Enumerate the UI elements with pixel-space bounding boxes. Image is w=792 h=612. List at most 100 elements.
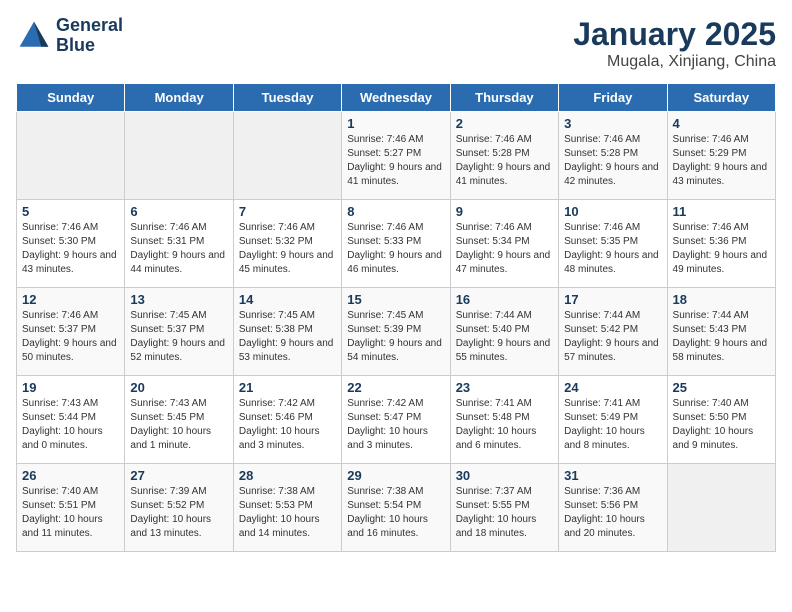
day-number: 31 — [564, 468, 661, 483]
day-number: 21 — [239, 380, 336, 395]
day-info: Sunrise: 7:46 AM Sunset: 5:37 PM Dayligh… — [22, 309, 119, 365]
day-info: Sunrise: 7:45 AM Sunset: 5:38 PM Dayligh… — [239, 309, 336, 365]
calendar-cell — [233, 112, 341, 200]
day-info: Sunrise: 7:46 AM Sunset: 5:30 PM Dayligh… — [22, 221, 119, 277]
calendar-cell: 9Sunrise: 7:46 AM Sunset: 5:34 PM Daylig… — [450, 200, 558, 288]
calendar-cell: 1 Sunrise: 7:46 AM Sunset: 5:27 PM Daylig… — [342, 112, 450, 200]
day-number: 2 — [456, 116, 553, 131]
day-info: Sunrise: 7:38 AM Sunset: 5:54 PM Dayligh… — [347, 485, 444, 541]
calendar-cell: 25 Sunrise: 7:40 AM Sunset: 5:50 PM Dayli… — [667, 376, 775, 464]
calendar-cell: 21 Sunrise: 7:42 AM Sunset: 5:46 PM Dayli… — [233, 376, 341, 464]
day-number: 4 — [673, 116, 770, 131]
day-info: Sunrise: 7:39 AM Sunset: 5:52 PM Dayligh… — [130, 485, 227, 541]
day-info: Sunrise: 7:40 AM Sunset: 5:51 PM Dayligh… — [22, 485, 119, 541]
day-number: 10 — [564, 204, 661, 219]
page-header: General Blue January 2025 Mugala, Xinjia… — [16, 16, 776, 71]
calendar-cell: 3Sunrise: 7:46 AM Sunset: 5:28 PM Daylig… — [559, 112, 667, 200]
day-info: Sunrise: 7:43 AM Sunset: 5:45 PM Dayligh… — [130, 397, 227, 453]
weekday-header: Sunday — [17, 84, 125, 112]
day-info: Sunrise: 7:46 AM Sunset: 5:33 PM Dayligh… — [347, 221, 444, 277]
day-number: 25 — [673, 380, 770, 395]
day-info: Sunrise: 7:46 AM Sunset: 5:28 PM Dayligh… — [456, 133, 553, 189]
calendar-cell: 13 Sunrise: 7:45 AM Sunset: 5:37 PM Dayli… — [125, 288, 233, 376]
day-info: Sunrise: 7:46 AM Sunset: 5:29 PM Dayligh… — [673, 133, 770, 189]
calendar-cell: 18 Sunrise: 7:44 AM Sunset: 5:43 PM Dayli… — [667, 288, 775, 376]
calendar-cell: 2 Sunrise: 7:46 AM Sunset: 5:28 PM Daylig… — [450, 112, 558, 200]
weekday-header: Monday — [125, 84, 233, 112]
day-number: 30 — [456, 468, 553, 483]
calendar-cell: 19Sunrise: 7:43 AM Sunset: 5:44 PM Dayli… — [17, 376, 125, 464]
day-number: 13 — [130, 292, 227, 307]
calendar-cell: 27 Sunrise: 7:39 AM Sunset: 5:52 PM Dayli… — [125, 464, 233, 552]
calendar-cell: 20 Sunrise: 7:43 AM Sunset: 5:45 PM Dayli… — [125, 376, 233, 464]
weekday-header: Friday — [559, 84, 667, 112]
calendar-cell: 24 Sunrise: 7:41 AM Sunset: 5:49 PM Dayli… — [559, 376, 667, 464]
day-info: Sunrise: 7:41 AM Sunset: 5:49 PM Dayligh… — [564, 397, 661, 453]
day-info: Sunrise: 7:44 AM Sunset: 5:42 PM Dayligh… — [564, 309, 661, 365]
calendar-header: SundayMondayTuesdayWednesdayThursdayFrid… — [17, 84, 776, 112]
logo-icon — [16, 18, 52, 54]
day-number: 29 — [347, 468, 444, 483]
calendar-cell — [125, 112, 233, 200]
calendar-cell: 29 Sunrise: 7:38 AM Sunset: 5:54 PM Dayli… — [342, 464, 450, 552]
logo-text: General Blue — [56, 16, 123, 56]
day-number: 9 — [456, 204, 553, 219]
day-info: Sunrise: 7:42 AM Sunset: 5:47 PM Dayligh… — [347, 397, 444, 453]
day-number: 7 — [239, 204, 336, 219]
calendar-cell: 16 Sunrise: 7:44 AM Sunset: 5:40 PM Dayli… — [450, 288, 558, 376]
day-number: 15 — [347, 292, 444, 307]
logo: General Blue — [16, 16, 123, 56]
weekday-header: Thursday — [450, 84, 558, 112]
day-number: 20 — [130, 380, 227, 395]
calendar-title: January 2025 — [573, 16, 776, 53]
calendar-body: 1 Sunrise: 7:46 AM Sunset: 5:27 PM Daylig… — [17, 112, 776, 552]
weekday-header: Tuesday — [233, 84, 341, 112]
calendar-cell: 4 Sunrise: 7:46 AM Sunset: 5:29 PM Daylig… — [667, 112, 775, 200]
day-info: Sunrise: 7:46 AM Sunset: 5:35 PM Dayligh… — [564, 221, 661, 277]
day-info: Sunrise: 7:42 AM Sunset: 5:46 PM Dayligh… — [239, 397, 336, 453]
day-info: Sunrise: 7:45 AM Sunset: 5:37 PM Dayligh… — [130, 309, 227, 365]
calendar-cell: 31 Sunrise: 7:36 AM Sunset: 5:56 PM Dayli… — [559, 464, 667, 552]
day-number: 6 — [130, 204, 227, 219]
day-number: 16 — [456, 292, 553, 307]
day-number: 19 — [22, 380, 119, 395]
calendar-subtitle: Mugala, Xinjiang, China — [573, 53, 776, 71]
day-number: 28 — [239, 468, 336, 483]
calendar-cell: 14Sunrise: 7:45 AM Sunset: 5:38 PM Dayli… — [233, 288, 341, 376]
calendar-cell — [17, 112, 125, 200]
day-info: Sunrise: 7:36 AM Sunset: 5:56 PM Dayligh… — [564, 485, 661, 541]
calendar-cell: 7 Sunrise: 7:46 AM Sunset: 5:32 PM Daylig… — [233, 200, 341, 288]
title-block: January 2025 Mugala, Xinjiang, China — [573, 16, 776, 71]
calendar-cell: 10 Sunrise: 7:46 AM Sunset: 5:35 PM Dayli… — [559, 200, 667, 288]
day-number: 24 — [564, 380, 661, 395]
day-info: Sunrise: 7:44 AM Sunset: 5:40 PM Dayligh… — [456, 309, 553, 365]
day-info: Sunrise: 7:46 AM Sunset: 5:32 PM Dayligh… — [239, 221, 336, 277]
day-number: 22 — [347, 380, 444, 395]
calendar-week: 5Sunrise: 7:46 AM Sunset: 5:30 PM Daylig… — [17, 200, 776, 288]
day-info: Sunrise: 7:37 AM Sunset: 5:55 PM Dayligh… — [456, 485, 553, 541]
day-number: 26 — [22, 468, 119, 483]
day-number: 3 — [564, 116, 661, 131]
day-info: Sunrise: 7:46 AM Sunset: 5:27 PM Dayligh… — [347, 133, 444, 189]
calendar-cell: 8 Sunrise: 7:46 AM Sunset: 5:33 PM Daylig… — [342, 200, 450, 288]
day-info: Sunrise: 7:46 AM Sunset: 5:31 PM Dayligh… — [130, 221, 227, 277]
calendar-cell: 11Sunrise: 7:46 AM Sunset: 5:36 PM Dayli… — [667, 200, 775, 288]
day-info: Sunrise: 7:41 AM Sunset: 5:48 PM Dayligh… — [456, 397, 553, 453]
weekday-header: Saturday — [667, 84, 775, 112]
calendar-cell: 5Sunrise: 7:46 AM Sunset: 5:30 PM Daylig… — [17, 200, 125, 288]
weekday-header: Wednesday — [342, 84, 450, 112]
day-number: 12 — [22, 292, 119, 307]
calendar-cell: 26 Sunrise: 7:40 AM Sunset: 5:51 PM Dayli… — [17, 464, 125, 552]
calendar-table: SundayMondayTuesdayWednesdayThursdayFrid… — [16, 83, 776, 552]
day-info: Sunrise: 7:40 AM Sunset: 5:50 PM Dayligh… — [673, 397, 770, 453]
day-number: 27 — [130, 468, 227, 483]
day-number: 18 — [673, 292, 770, 307]
day-info: Sunrise: 7:44 AM Sunset: 5:43 PM Dayligh… — [673, 309, 770, 365]
calendar-cell: 28Sunrise: 7:38 AM Sunset: 5:53 PM Dayli… — [233, 464, 341, 552]
day-info: Sunrise: 7:46 AM Sunset: 5:36 PM Dayligh… — [673, 221, 770, 277]
day-number: 8 — [347, 204, 444, 219]
day-number: 17 — [564, 292, 661, 307]
day-number: 1 — [347, 116, 444, 131]
day-number: 23 — [456, 380, 553, 395]
calendar-cell: 22 Sunrise: 7:42 AM Sunset: 5:47 PM Dayli… — [342, 376, 450, 464]
